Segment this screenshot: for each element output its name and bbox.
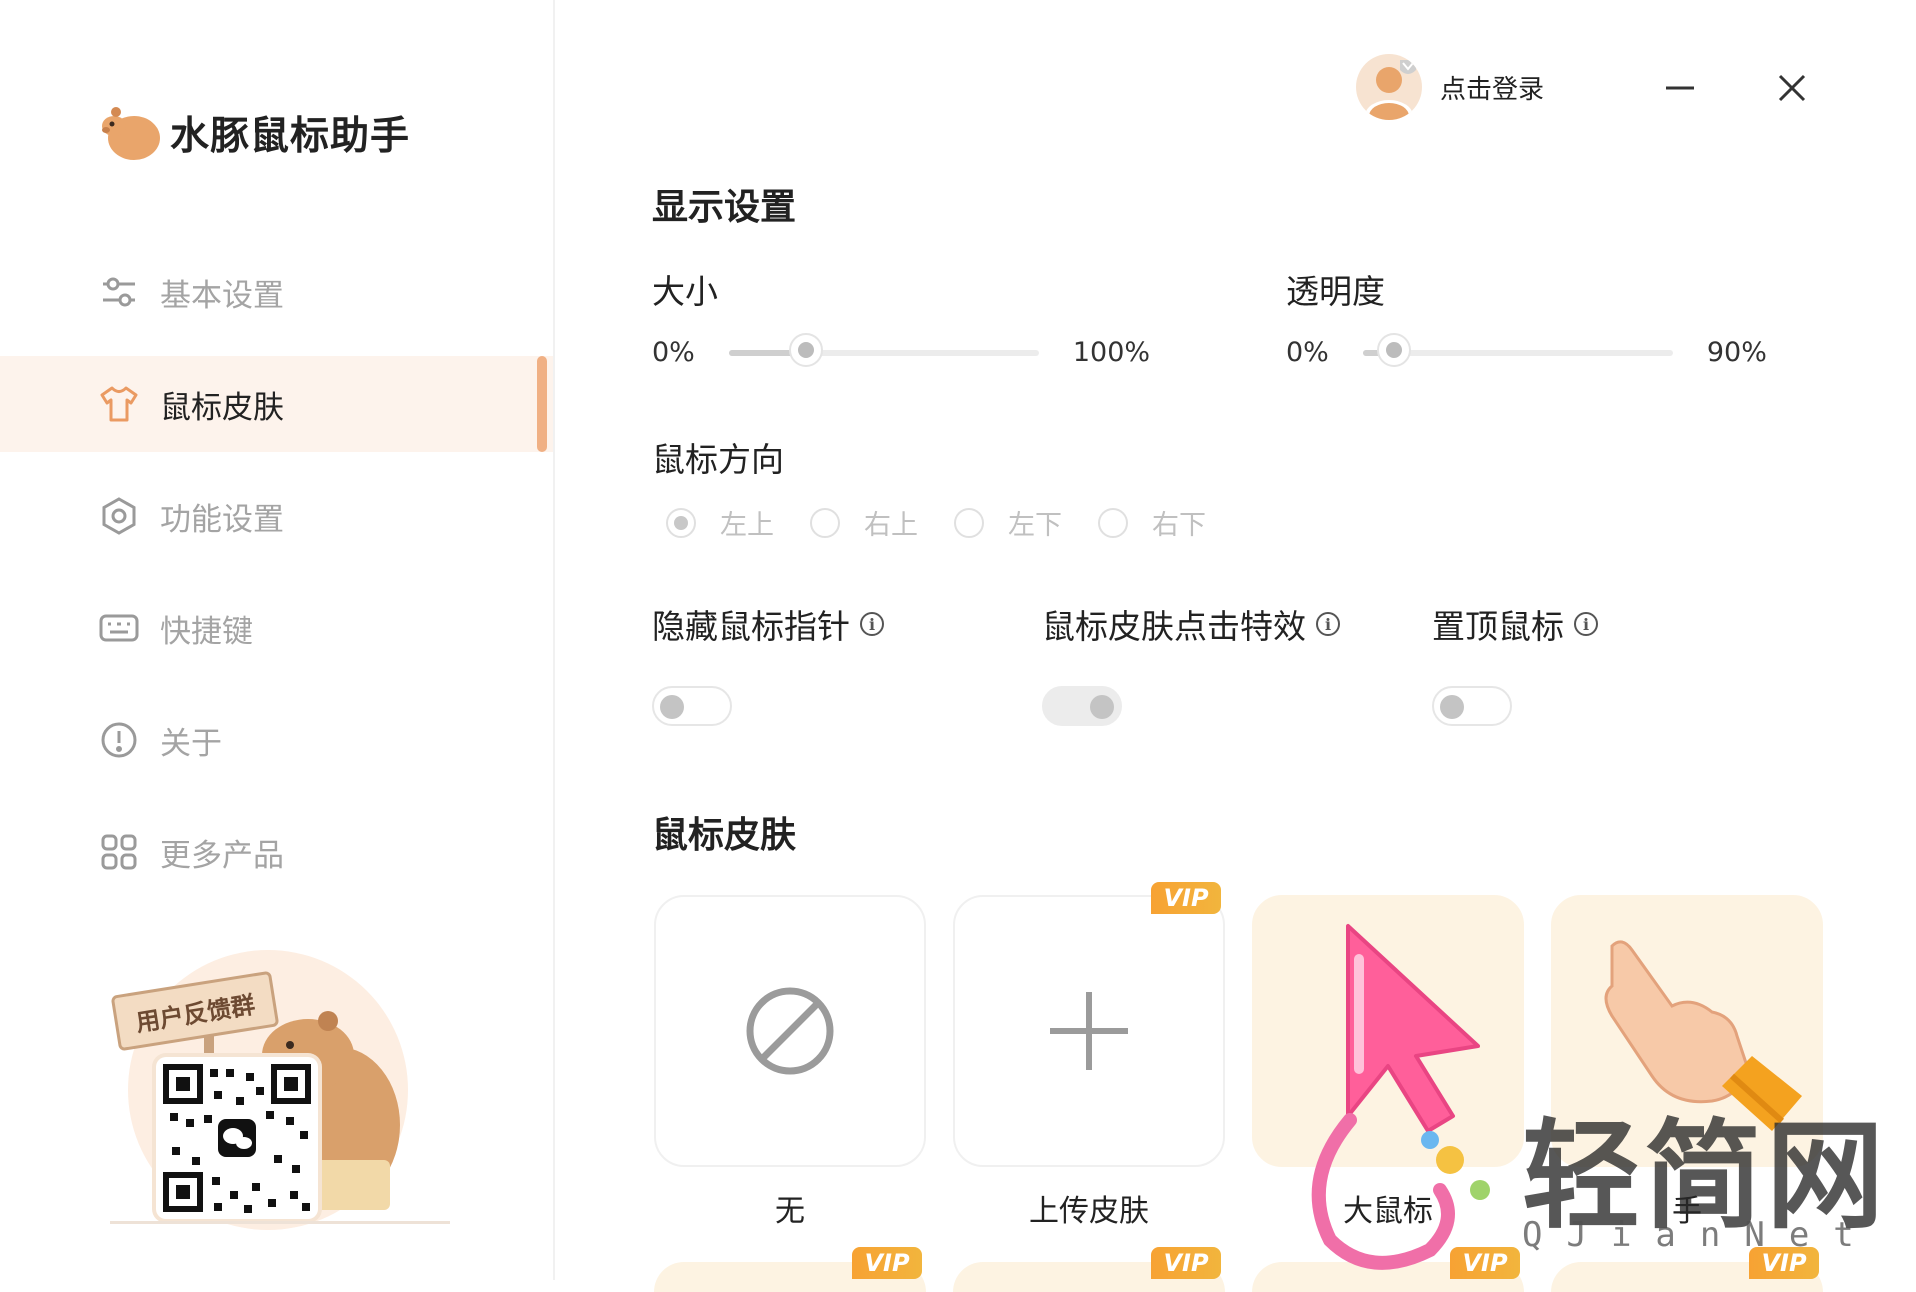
sidebar-item-function-settings[interactable]: 功能设置 <box>0 468 553 564</box>
login-button[interactable]: 点击登录 <box>1356 54 1544 120</box>
sidebar-item-label: 功能设置 <box>160 501 284 538</box>
toggle-knob <box>1440 695 1464 719</box>
big-pink-cursor-icon <box>1346 924 1480 1133</box>
opacity-slider-thumb[interactable] <box>1376 332 1411 367</box>
grid-icon <box>98 831 140 873</box>
hexagon-settings-icon <box>98 495 140 537</box>
opacity-slider-track[interactable] <box>1362 332 1673 367</box>
sliders-icon <box>98 271 140 313</box>
radio-dot <box>810 507 840 538</box>
size-min: 0% <box>652 337 695 368</box>
sidebar: 水豚鼠标助手 基本设置 鼠标皮肤 功能设置 快捷键 关于 更多产品 用户反馈群 <box>0 0 555 1280</box>
sidebar-item-about[interactable]: 关于 <box>0 692 553 788</box>
vip-badge: VIP <box>1749 1247 1819 1279</box>
opacity-label: 透明度 <box>1286 272 1385 311</box>
click-effect-option: 鼠标皮肤点击特效 i <box>1042 600 1340 648</box>
brand: 水豚鼠标助手 <box>98 100 410 166</box>
plus-icon <box>1050 992 1128 1070</box>
skin-card-upload[interactable] <box>953 895 1225 1167</box>
wechat-qr-code <box>156 1057 318 1219</box>
hide-pointer-option: 隐藏鼠标指针 i <box>652 600 884 648</box>
skin-name: 无 <box>775 1194 805 1229</box>
vip-badge: VIP <box>1151 882 1221 914</box>
size-slider-track[interactable] <box>728 332 1039 367</box>
click-effect-label: 鼠标皮肤点击特效 <box>1042 607 1306 646</box>
radio-dot <box>666 507 696 538</box>
radio-label: 右下 <box>1152 510 1206 541</box>
feedback-sign-text: 用户反馈群 <box>133 990 257 1037</box>
opacity-max: 90% <box>1706 337 1767 368</box>
size-label: 大小 <box>652 272 718 311</box>
info-icon[interactable]: i <box>860 612 884 636</box>
skin-card-none[interactable] <box>654 895 926 1167</box>
sidebar-item-label: 鼠标皮肤 <box>160 389 284 426</box>
info-icon[interactable]: i <box>1316 612 1340 636</box>
opacity-min: 0% <box>1286 337 1329 368</box>
sidebar-item-label: 基本设置 <box>160 277 284 314</box>
pin-mouse-label: 置顶鼠标 <box>1432 607 1564 646</box>
skin-name: 大鼠标 <box>1343 1194 1433 1229</box>
radio-label: 左下 <box>1008 510 1062 541</box>
sidebar-item-label: 更多产品 <box>160 837 284 874</box>
skin-name: 上传皮肤 <box>1029 1194 1149 1229</box>
radio-top-left[interactable]: 左上 <box>666 503 774 542</box>
click-effect-toggle[interactable] <box>1042 686 1122 726</box>
sidebar-nav: 基本设置 鼠标皮肤 功能设置 快捷键 关于 更多产品 <box>0 244 553 916</box>
radio-top-right[interactable]: 右上 <box>810 503 918 542</box>
radio-bottom-left[interactable]: 左下 <box>954 503 1062 542</box>
radio-label: 右上 <box>864 510 918 541</box>
display-settings-title: 显示设置 <box>652 187 797 228</box>
mouse-direction-label: 鼠标方向 <box>652 440 784 479</box>
opacity-slider: 0% 90% <box>1286 332 1767 368</box>
sidebar-item-label: 快捷键 <box>160 613 253 650</box>
vip-badge: VIP <box>1151 1247 1221 1279</box>
size-slider: 0% 100% <box>652 332 1151 368</box>
shirt-icon <box>98 383 140 425</box>
no-symbol-icon <box>746 987 834 1075</box>
radio-dot <box>954 507 984 538</box>
pointing-hand-icon <box>1604 940 1802 1131</box>
skin-card-hand[interactable] <box>1551 895 1823 1167</box>
size-slider-thumb[interactable] <box>789 332 824 367</box>
toggle-knob <box>1090 695 1114 719</box>
sidebar-item-basic-settings[interactable]: 基本设置 <box>0 244 553 340</box>
app-name: 水豚鼠标助手 <box>170 114 411 159</box>
sidebar-item-label: 关于 <box>160 725 222 762</box>
sidebar-item-mouse-skin[interactable]: 鼠标皮肤 <box>0 356 553 452</box>
info-icon[interactable]: i <box>1574 612 1598 636</box>
skin-name: 手 <box>1672 1194 1702 1229</box>
ground-line <box>110 1221 450 1224</box>
size-max: 100% <box>1072 337 1151 368</box>
sidebar-item-shortcuts[interactable]: 快捷键 <box>0 580 553 676</box>
minimize-icon <box>1666 86 1694 90</box>
close-icon <box>1778 74 1806 102</box>
capybara-logo-icon <box>102 107 160 160</box>
feedback-group-card[interactable]: 用户反馈群 <box>100 945 460 1230</box>
pin-mouse-option: 置顶鼠标 i <box>1432 600 1598 648</box>
mouse-skin-title: 鼠标皮肤 <box>652 815 797 856</box>
avatar <box>1356 54 1422 120</box>
vip-badge: VIP <box>852 1247 922 1279</box>
mouse-direction-radio-group: 左上 右上 左下 右下 <box>666 503 1242 542</box>
keyboard-icon <box>98 607 140 649</box>
minimize-button[interactable] <box>1658 66 1702 110</box>
radio-bottom-right[interactable]: 右下 <box>1098 503 1206 542</box>
hide-pointer-label: 隐藏鼠标指针 <box>652 607 850 646</box>
radio-dot <box>1098 507 1128 538</box>
login-text: 点击登录 <box>1440 74 1545 105</box>
close-button[interactable] <box>1770 66 1814 110</box>
skin-card-big-cursor[interactable] <box>1252 895 1524 1167</box>
info-circle-icon <box>98 719 140 761</box>
vip-badge: VIP <box>1450 1247 1520 1279</box>
pin-mouse-toggle[interactable] <box>1432 686 1512 726</box>
hide-pointer-toggle[interactable] <box>652 686 732 726</box>
radio-label: 左上 <box>720 510 774 541</box>
toggle-knob <box>660 695 684 719</box>
sidebar-item-more-products[interactable]: 更多产品 <box>0 804 553 900</box>
